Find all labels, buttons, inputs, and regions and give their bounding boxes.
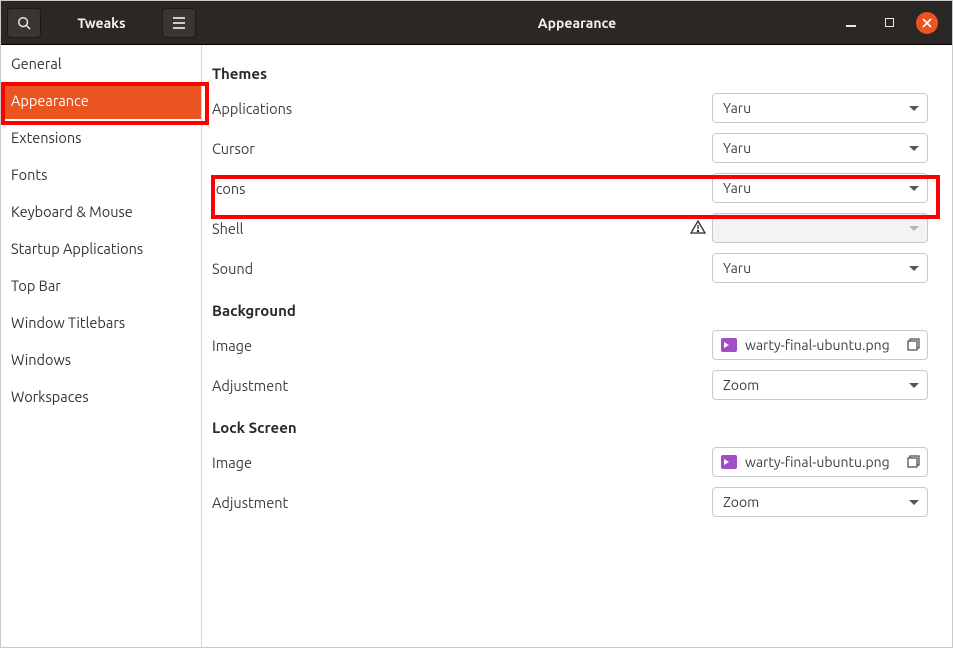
row-bg-adjustment: Adjustment Zoom <box>212 365 928 405</box>
sidebar-item-startup-applications[interactable]: Startup Applications <box>1 230 201 267</box>
window-maximize-button[interactable] <box>878 12 900 34</box>
combo-bg-adjustment-value: Zoom <box>723 377 903 393</box>
warning-icon <box>690 219 706 238</box>
row-applications: Applications Yaru <box>212 88 928 128</box>
app-name: Tweaks <box>47 15 156 31</box>
row-bg-image: Image warty-final-ubuntu.png <box>212 325 928 365</box>
headerbar: Tweaks Appearance <box>1 1 952 45</box>
chevron-down-icon <box>909 266 919 271</box>
section-title-lockscreen: Lock Screen <box>212 419 928 436</box>
label-ls-adjustment: Adjustment <box>212 494 712 511</box>
row-sound: Sound Yaru <box>212 248 928 288</box>
section-title-background: Background <box>212 302 928 319</box>
sidebar-item-general[interactable]: General <box>1 45 201 82</box>
sidebar-item-fonts[interactable]: Fonts <box>1 156 201 193</box>
window-minimize-button[interactable] <box>840 12 862 34</box>
combo-cursor[interactable]: Yaru <box>712 133 928 163</box>
search-icon <box>17 16 31 30</box>
headerbar-right: Appearance <box>202 1 952 44</box>
hamburger-icon <box>172 17 186 29</box>
label-icons: Icons <box>212 180 712 197</box>
sidebar-item-top-bar[interactable]: Top Bar <box>1 267 201 304</box>
sidebar-item-workspaces[interactable]: Workspaces <box>1 378 201 415</box>
combo-bg-adjustment[interactable]: Zoom <box>712 370 928 400</box>
image-icon <box>721 455 737 469</box>
headerbar-left: Tweaks <box>1 1 202 44</box>
chevron-down-icon <box>909 500 919 505</box>
sidebar-item-keyboard-mouse[interactable]: Keyboard & Mouse <box>1 193 201 230</box>
row-ls-adjustment: Adjustment Zoom <box>212 482 928 522</box>
filechooser-bg-image[interactable]: warty-final-ubuntu.png <box>712 330 928 360</box>
filechooser-ls-image[interactable]: warty-final-ubuntu.png <box>712 447 928 477</box>
sidebar-item-windows[interactable]: Windows <box>1 341 201 378</box>
filechooser-ls-image-value: warty-final-ubuntu.png <box>745 454 899 470</box>
combo-applications-value: Yaru <box>723 100 903 116</box>
page-title: Appearance <box>538 15 616 31</box>
section-title-themes: Themes <box>212 65 928 82</box>
sidebar-item-extensions[interactable]: Extensions <box>1 119 201 156</box>
image-icon <box>721 338 737 352</box>
row-icons: Icons Yaru <box>212 168 928 208</box>
label-applications: Applications <box>212 100 712 117</box>
sidebar-item-appearance[interactable]: Appearance <box>1 82 201 119</box>
chevron-down-icon <box>909 186 919 191</box>
label-cursor: Cursor <box>212 140 712 157</box>
label-shell: Shell <box>212 220 690 237</box>
combo-sound[interactable]: Yaru <box>712 253 928 283</box>
row-cursor: Cursor Yaru <box>212 128 928 168</box>
open-dialog-icon <box>907 338 921 352</box>
combo-sound-value: Yaru <box>723 260 903 276</box>
chevron-down-icon <box>909 226 919 231</box>
combo-ls-adjustment-value: Zoom <box>723 494 903 510</box>
label-bg-image: Image <box>212 337 712 354</box>
label-ls-image: Image <box>212 454 712 471</box>
row-ls-image: Image warty-final-ubuntu.png <box>212 442 928 482</box>
label-bg-adjustment: Adjustment <box>212 377 712 394</box>
open-dialog-icon <box>907 455 921 469</box>
chevron-down-icon <box>909 106 919 111</box>
row-shell: Shell <box>212 208 928 248</box>
combo-shell <box>712 213 928 243</box>
sidebar: General Appearance Extensions Fonts Keyb… <box>1 45 202 647</box>
chevron-down-icon <box>909 383 919 388</box>
combo-applications[interactable]: Yaru <box>712 93 928 123</box>
chevron-down-icon <box>909 146 919 151</box>
window-close-button[interactable] <box>916 12 938 34</box>
filechooser-bg-image-value: warty-final-ubuntu.png <box>745 337 899 353</box>
label-sound: Sound <box>212 260 712 277</box>
minimize-icon <box>846 25 856 27</box>
close-icon <box>922 18 932 28</box>
main-area: General Appearance Extensions Fonts Keyb… <box>1 45 952 647</box>
combo-ls-adjustment[interactable]: Zoom <box>712 487 928 517</box>
search-button[interactable] <box>7 8 41 38</box>
hamburger-menu-button[interactable] <box>162 8 196 38</box>
window-controls <box>840 12 952 34</box>
content: Themes Applications Yaru Cursor Yaru Ico… <box>202 45 952 647</box>
combo-icons[interactable]: Yaru <box>712 173 928 203</box>
maximize-icon <box>885 18 894 27</box>
combo-icons-value: Yaru <box>723 180 903 196</box>
combo-cursor-value: Yaru <box>723 140 903 156</box>
sidebar-item-window-titlebars[interactable]: Window Titlebars <box>1 304 201 341</box>
